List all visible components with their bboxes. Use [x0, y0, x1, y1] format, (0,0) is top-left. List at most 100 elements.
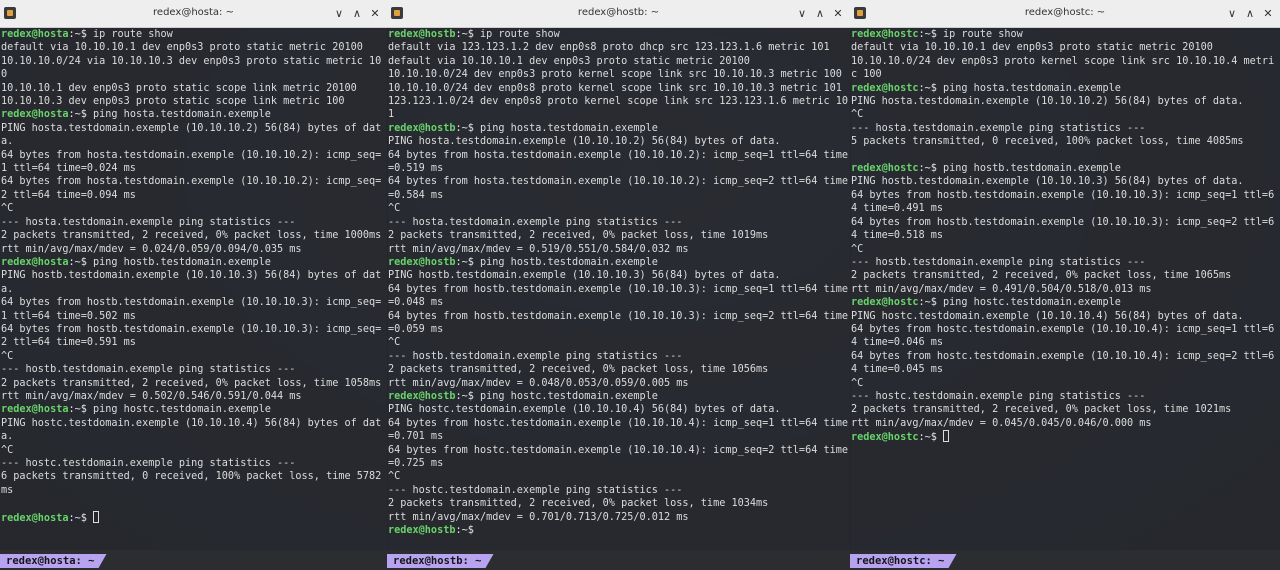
terminal-output[interactable]: redex@hostc:~$ ip route show default via … — [851, 28, 1280, 445]
command-text: ping hostb.testdomain.exemple — [480, 256, 658, 268]
close-button[interactable]: ✕ — [1260, 5, 1276, 21]
prompt-path: :~$ — [918, 29, 944, 40]
output-line: 10.10.10.0/24 dev enp0s3 proto kernel sc… — [851, 55, 1275, 81]
output-line: 64 bytes from hostb.testdomain.exemple (… — [388, 283, 849, 309]
maximize-button[interactable]: ∧ — [812, 5, 828, 21]
tmux-statusbar: redex@hostb: ~ — [387, 550, 850, 570]
output-line: --- hostb.testdomain.exemple ping statis… — [851, 256, 1146, 268]
output-line: 64 bytes from hostc.testdomain.exemple (… — [388, 417, 849, 443]
output-line: 5 packets transmitted, 0 received, 100% … — [851, 136, 1244, 148]
output-line: 64 bytes from hosta.testdomain.exemple (… — [388, 149, 849, 175]
prompt-path: :~$ — [455, 525, 481, 537]
minimize-button[interactable]: ∨ — [794, 5, 810, 21]
output-line: 10.10.10.3 dev enp0s3 proto static scope… — [1, 96, 345, 108]
output-line: --- hostc.testdomain.exemple ping statis… — [1, 458, 296, 469]
output-line: 2 packets transmitted, 2 received, 0% pa… — [851, 404, 1232, 416]
text-cursor[interactable] — [943, 430, 950, 443]
session-tab[interactable]: redex@hostb: ~ — [387, 554, 494, 568]
prompt-line: redex@hosta:~$ — [1, 510, 387, 525]
output-line: default via 10.10.10.1 dev enp0s3 proto … — [851, 42, 1213, 54]
prompt-user: redex@hostc — [851, 297, 919, 309]
prompt-line: redex@hostc:~$ ping hosta.testdomain.exe… — [851, 82, 1280, 95]
prompt-line: redex@hosta:~$ ping hosta.testdomain.exe… — [1, 108, 387, 121]
window-titlebar[interactable]: redex@hostc: ~ ∨ ∧ ✕ — [850, 0, 1280, 28]
output-line: 2 packets transmitted, 2 received, 0% pa… — [388, 498, 769, 510]
command-text: ping hostb.testdomain.exemple — [93, 256, 271, 268]
terminal-output[interactable]: redex@hostb:~$ ip route show default via … — [388, 28, 850, 537]
terminal-window-hostb[interactable]: redex@hostb: ~ ∨ ∧ ✕ redex@hostb:~$ ip r… — [387, 0, 851, 570]
text-cursor[interactable] — [93, 510, 100, 523]
command-text: ping hostc.testdomain.exemple — [480, 390, 658, 402]
prompt-path: :~$ — [455, 29, 481, 40]
output-line: rtt min/avg/max/mdev = 0.024/0.059/0.094… — [1, 243, 302, 255]
output-line: 10.10.10.0/24 via 10.10.10.3 dev enp0s3 … — [1, 55, 382, 81]
output-line: ^C — [1, 444, 14, 456]
output-line: PING hostb.testdomain.exemple (10.10.10.… — [851, 176, 1244, 188]
command-text: ip route show — [943, 29, 1023, 40]
output-line: 2 packets transmitted, 2 received, 0% pa… — [1, 377, 382, 389]
output-line: PING hostc.testdomain.exemple (10.10.10.… — [851, 310, 1244, 322]
window-title: redex@hostc: ~ — [1024, 7, 1106, 18]
command-text: ping hosta.testdomain.exemple — [943, 82, 1121, 94]
prompt-path: :~$ — [918, 432, 944, 444]
window-titlebar[interactable]: redex@hostb: ~ ∨ ∧ ✕ — [387, 0, 850, 28]
close-button[interactable]: ✕ — [830, 5, 846, 21]
prompt-user: redex@hostc — [851, 82, 919, 94]
prompt-path: :~$ — [918, 297, 944, 309]
prompt-path: :~$ — [68, 29, 94, 40]
prompt-user: redex@hostb — [388, 256, 456, 268]
minimize-button[interactable]: ∨ — [1224, 5, 1240, 21]
output-line: --- hosta.testdomain.exemple ping statis… — [388, 216, 683, 228]
prompt-line: redex@hosta:~$ ping hostb.testdomain.exe… — [1, 256, 387, 269]
prompt-user: redex@hosta — [1, 29, 69, 40]
command-text: ping hostb.testdomain.exemple — [943, 163, 1121, 175]
output-line: rtt min/avg/max/mdev = 0.502/0.546/0.591… — [1, 390, 302, 402]
output-line: PING hostc.testdomain.exemple (10.10.10.… — [1, 417, 382, 443]
prompt-user: redex@hostb — [388, 122, 456, 134]
output-line: --- hostc.testdomain.exemple ping statis… — [388, 484, 683, 496]
prompt-path: :~$ — [68, 109, 94, 121]
output-line: ^C — [388, 337, 401, 349]
output-line: 2 packets transmitted, 2 received, 0% pa… — [388, 230, 769, 242]
output-line: default via 10.10.10.1 dev enp0s3 proto … — [1, 42, 363, 54]
terminal-window-hosta[interactable]: redex@hosta: ~ ∨ ∧ ✕ redex@hosta:~$ ip r… — [0, 0, 388, 570]
output-line: default via 123.123.1.2 dev enp0s8 proto… — [388, 42, 830, 54]
maximize-button[interactable]: ∧ — [1242, 5, 1258, 21]
output-line: ^C — [851, 377, 864, 389]
output-line: ^C — [388, 471, 401, 483]
command-text: ip route show — [480, 29, 560, 40]
prompt-user: redex@hostb — [388, 525, 456, 537]
output-line: ^C — [1, 350, 14, 362]
prompt-line: redex@hostc:~$ ping hostc.testdomain.exe… — [851, 296, 1280, 309]
prompt-user: redex@hostc — [851, 432, 919, 444]
prompt-user: redex@hostb — [388, 390, 456, 402]
session-tab[interactable]: redex@hostc: ~ — [850, 554, 957, 568]
output-line: 10.10.10.1 dev enp0s3 proto static scope… — [1, 82, 357, 94]
output-line: 64 bytes from hosta.testdomain.exemple (… — [1, 176, 382, 201]
command-text: ping hosta.testdomain.exemple — [480, 122, 658, 134]
output-line: 64 bytes from hostc.testdomain.exemple (… — [851, 323, 1275, 349]
session-tab[interactable]: redex@hosta: ~ — [0, 554, 107, 568]
terminal-window-hostc[interactable]: redex@hostc: ~ ∨ ∧ ✕ redex@hostc:~$ ip r… — [850, 0, 1280, 570]
prompt-user: redex@hosta — [1, 512, 69, 524]
window-titlebar[interactable]: redex@hosta: ~ ∨ ∧ ✕ — [0, 0, 387, 28]
output-line: 2 packets transmitted, 2 received, 0% pa… — [388, 364, 769, 376]
maximize-button[interactable]: ∧ — [349, 5, 365, 21]
prompt-path: :~$ — [455, 390, 481, 402]
output-line: PING hostb.testdomain.exemple (10.10.10.… — [388, 270, 781, 282]
prompt-path: :~$ — [918, 82, 944, 94]
output-line: 64 bytes from hostb.testdomain.exemple (… — [1, 323, 382, 349]
terminal-output[interactable]: redex@hosta:~$ ip route show default via … — [1, 28, 387, 525]
output-line: rtt min/avg/max/mdev = 0.048/0.053/0.059… — [388, 377, 689, 389]
prompt-line: redex@hosta:~$ ping hostc.testdomain.exe… — [1, 403, 387, 416]
output-line: 2 packets transmitted, 2 received, 0% pa… — [1, 230, 382, 242]
minimize-button[interactable]: ∨ — [331, 5, 347, 21]
output-line: --- hostc.testdomain.exemple ping statis… — [851, 390, 1146, 402]
prompt-path: :~$ — [68, 256, 94, 268]
output-line: ^C — [851, 243, 864, 255]
output-line: ^C — [388, 203, 401, 215]
output-line: default via 10.10.10.1 dev enp0s3 proto … — [388, 55, 750, 67]
close-button[interactable]: ✕ — [367, 5, 383, 21]
output-line: 64 bytes from hostb.testdomain.exemple (… — [388, 310, 849, 335]
